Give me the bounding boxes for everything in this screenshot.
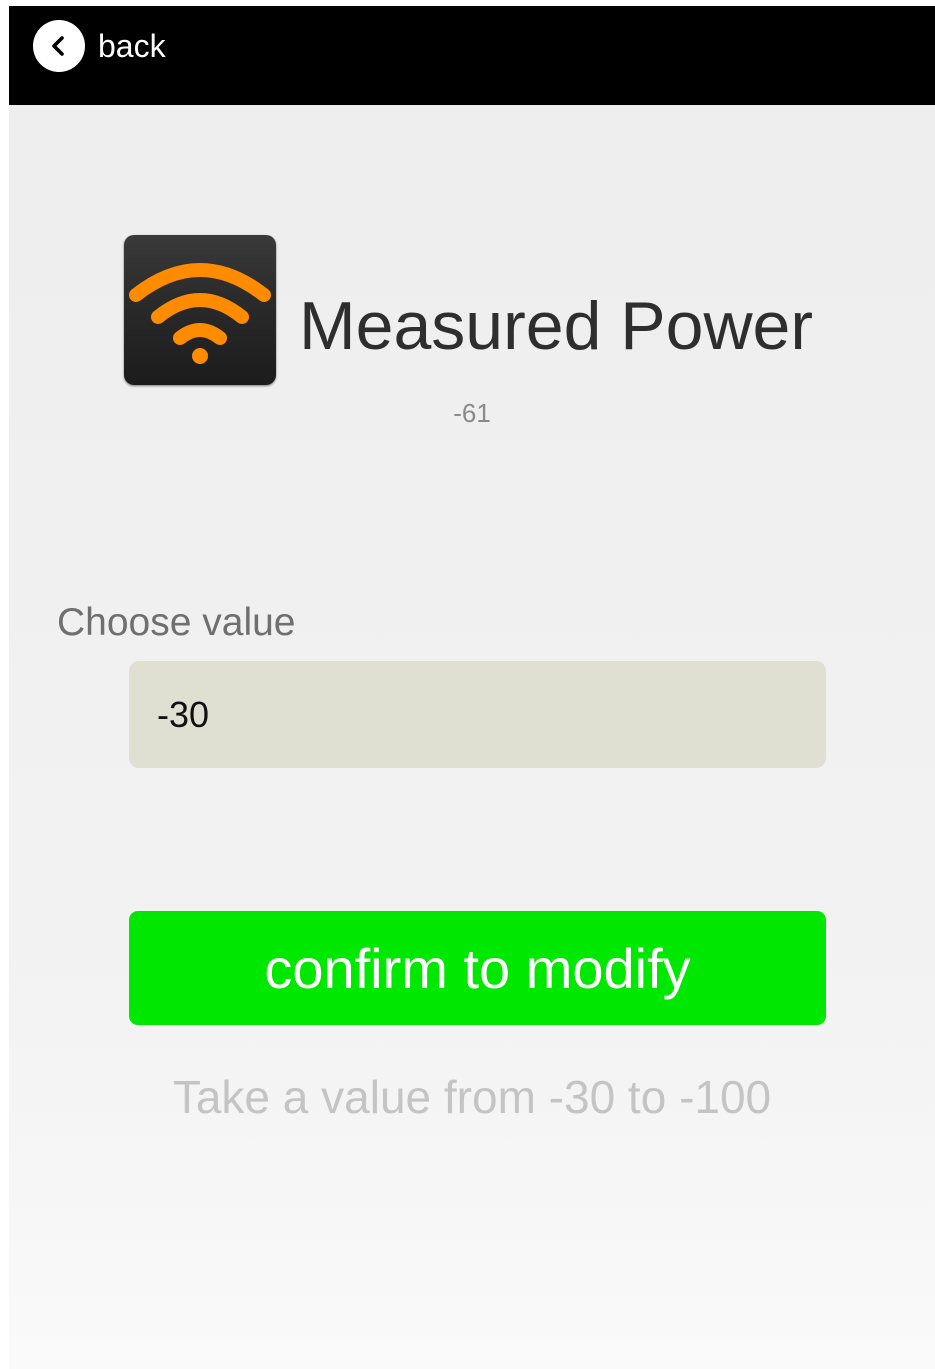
back-button[interactable]: back	[33, 20, 166, 72]
top-bar: back	[9, 6, 935, 105]
chevron-left-icon	[33, 20, 85, 72]
wifi-signal-icon	[124, 235, 276, 385]
choose-value-label: Choose value	[57, 601, 296, 644]
range-hint: Take a value from -30 to -100	[172, 1071, 772, 1123]
back-label: back	[98, 28, 166, 64]
current-value: -61	[453, 398, 491, 428]
page-title: Measured Power	[299, 288, 814, 364]
screen: back Measured Power -61 Choose value con…	[9, 6, 935, 1369]
value-input[interactable]	[129, 661, 826, 768]
confirm-button[interactable]: confirm to modify	[129, 911, 826, 1025]
